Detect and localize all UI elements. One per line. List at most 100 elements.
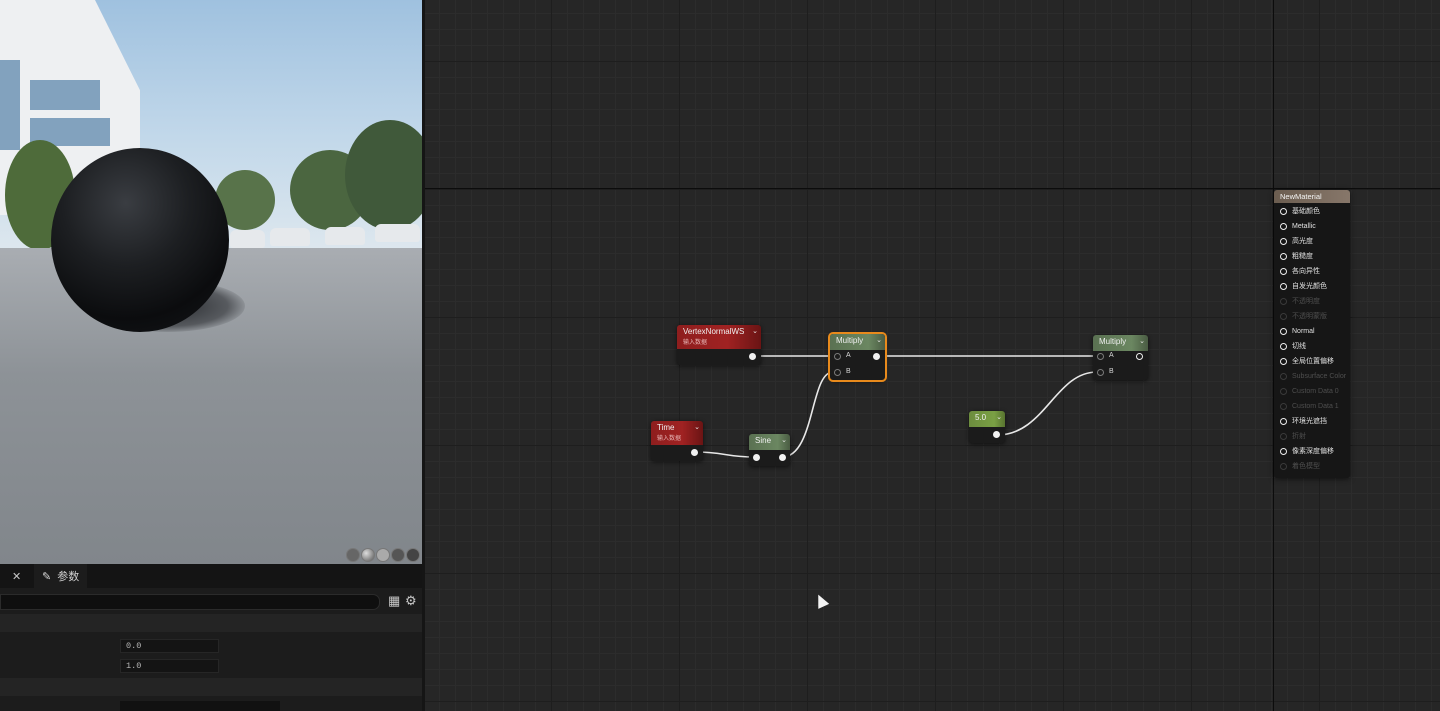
output-pin[interactable] xyxy=(1136,353,1143,360)
result-pin[interactable]: 基础颜色 xyxy=(1280,205,1320,217)
value-field[interactable]: 0.0 xyxy=(120,639,219,653)
node-title: Multiply xyxy=(836,336,864,345)
result-pin[interactable]: 不透明蒙版 xyxy=(1280,310,1327,322)
chevron-down-icon[interactable]: ⌄ xyxy=(781,434,787,447)
material-result-node[interactable]: NewMaterial 基础颜色 Metallic 高光度 粗糙度 各向异性 自发光颜色不… xyxy=(1274,190,1350,478)
pin-ring-icon xyxy=(1280,297,1287,305)
result-pin-label: 不透明度 xyxy=(1292,298,1320,305)
chevron-down-icon[interactable]: ⌄ xyxy=(1139,335,1145,348)
close-icon[interactable]: ✕ xyxy=(12,570,24,583)
chevron-down-icon[interactable]: ⌄ xyxy=(996,411,1002,424)
result-pin[interactable]: 粗糙度 xyxy=(1280,250,1313,262)
input-pin-b[interactable] xyxy=(834,369,841,376)
node-time[interactable]: Time 输入数据 ⌄ xyxy=(651,421,703,461)
material-graph[interactable]: VertexNormalWS 输入数据 ⌄ Multiply ⌄ A B Tim… xyxy=(422,0,1440,711)
value-field[interactable] xyxy=(120,701,280,711)
result-pin[interactable]: Custom Data 1 xyxy=(1280,400,1339,412)
input-pin-b[interactable] xyxy=(1097,369,1104,376)
output-pin[interactable] xyxy=(993,431,1000,438)
pin-ring-icon xyxy=(1280,462,1287,470)
category-row[interactable] xyxy=(0,614,422,632)
result-pin-label: Metallic xyxy=(1292,222,1316,230)
pin-ring-icon xyxy=(1280,342,1287,350)
node-constant[interactable]: 5.0 ⌄ xyxy=(969,411,1005,443)
tab-label: 参数 xyxy=(57,571,80,583)
result-pin[interactable]: 像素深度偏移 xyxy=(1280,445,1334,457)
result-pin-label: 各向异性 xyxy=(1292,268,1320,275)
result-pin-label: 基础颜色 xyxy=(1292,208,1320,215)
result-pin-label: 高光度 xyxy=(1292,238,1313,245)
tab-parameters[interactable]: ✎ 参数 xyxy=(34,564,88,588)
value-field[interactable]: 1.0 xyxy=(120,659,219,673)
result-pin-label: 全局位置偏移 xyxy=(1292,358,1334,365)
result-pin[interactable]: 各向异性 xyxy=(1280,265,1320,277)
output-pin[interactable] xyxy=(873,353,880,360)
preview-plane-icon[interactable] xyxy=(376,548,390,562)
node-title: VertexNormalWS xyxy=(683,327,745,336)
pin-label: A xyxy=(846,352,851,359)
result-pin[interactable]: 不透明度 xyxy=(1280,295,1320,307)
result-pin-label: Custom Data 1 xyxy=(1292,402,1339,410)
pin-label: B xyxy=(846,368,851,375)
result-pin[interactable]: Metallic xyxy=(1280,220,1316,232)
result-pin[interactable]: 折射 xyxy=(1280,430,1306,442)
result-pin-label: 切线 xyxy=(1292,343,1306,350)
gear-icon[interactable]: ⚙ xyxy=(405,594,417,608)
node-title: 5.0 xyxy=(975,413,987,422)
pin-ring-icon xyxy=(1280,267,1287,275)
preview-mesh-icon[interactable] xyxy=(406,548,420,562)
result-pin[interactable]: 切线 xyxy=(1280,340,1306,352)
pin-label: A xyxy=(1109,352,1114,359)
result-pin[interactable]: Normal xyxy=(1280,325,1315,337)
node-title: Multiply xyxy=(1099,337,1127,346)
node-title: Sine xyxy=(755,436,772,445)
preview-cylinder-icon[interactable] xyxy=(346,548,360,562)
input-pin-a[interactable] xyxy=(1097,353,1104,360)
output-pin[interactable] xyxy=(691,449,698,456)
pin-ring-icon xyxy=(1280,432,1287,440)
node-multiply-2[interactable]: Multiply ⌄ A B xyxy=(1093,335,1148,380)
pencil-icon: ✎ xyxy=(42,570,52,583)
node-subtitle: 输入数据 xyxy=(683,340,708,346)
search-input[interactable] xyxy=(1,595,373,609)
chevron-down-icon[interactable]: ⌄ xyxy=(876,334,882,347)
pin-ring-icon xyxy=(1280,357,1287,365)
pin-ring-icon xyxy=(1280,327,1287,335)
pin-ring-icon xyxy=(1280,207,1287,215)
pin-ring-icon xyxy=(1280,222,1287,230)
input-pin[interactable] xyxy=(753,454,760,461)
result-pin[interactable]: Subsurface Color xyxy=(1280,370,1346,382)
result-pin[interactable]: 全局位置偏移 xyxy=(1280,355,1334,367)
result-pin-label: 粗糙度 xyxy=(1292,253,1313,260)
details-panel: ✕ ✎ 参数 ▦ ⚙ 0.0 1.0 xyxy=(0,564,422,711)
output-pin[interactable] xyxy=(749,353,756,360)
preview-sphere-icon[interactable] xyxy=(361,548,375,562)
result-pin-label: 不透明蒙版 xyxy=(1292,313,1327,320)
result-pin[interactable]: 自发光颜色 xyxy=(1280,280,1327,292)
input-pin-a[interactable] xyxy=(834,353,841,360)
search-bar xyxy=(0,594,380,610)
result-pin[interactable]: 高光度 xyxy=(1280,235,1313,247)
result-pin-label: Subsurface Color xyxy=(1292,372,1347,380)
node-multiply-1[interactable]: Multiply ⌄ A B xyxy=(828,332,887,382)
pin-ring-icon xyxy=(1280,237,1287,245)
chevron-down-icon[interactable]: ⌄ xyxy=(752,325,758,338)
result-pin-label: Normal xyxy=(1292,327,1315,335)
viewport-toolbar xyxy=(346,548,420,562)
preview-viewport[interactable] xyxy=(0,0,422,564)
category-row[interactable] xyxy=(0,678,422,696)
pin-label: B xyxy=(1109,368,1114,375)
pin-ring-icon xyxy=(1280,312,1287,320)
result-pin[interactable]: 环境光遮挡 xyxy=(1280,415,1327,427)
grid-icon[interactable]: ▦ xyxy=(388,594,400,608)
material-editor: ✕ ✎ 参数 ▦ ⚙ 0.0 1.0 VertexNormalWS 输入数据 ⌄… xyxy=(0,0,1440,711)
output-pin[interactable] xyxy=(779,454,786,461)
node-sine[interactable]: Sine ⌄ xyxy=(749,434,790,466)
result-pin[interactable]: 着色模型 xyxy=(1280,460,1320,472)
result-pin[interactable]: Custom Data 0 xyxy=(1280,385,1339,397)
details-tab-bar: ✕ ✎ 参数 xyxy=(0,564,422,588)
result-pin-label: 环境光遮挡 xyxy=(1292,418,1327,425)
preview-cube-icon[interactable] xyxy=(391,548,405,562)
node-vertex-normal-ws[interactable]: VertexNormalWS 输入数据 ⌄ xyxy=(677,325,761,365)
chevron-down-icon[interactable]: ⌄ xyxy=(694,421,700,434)
